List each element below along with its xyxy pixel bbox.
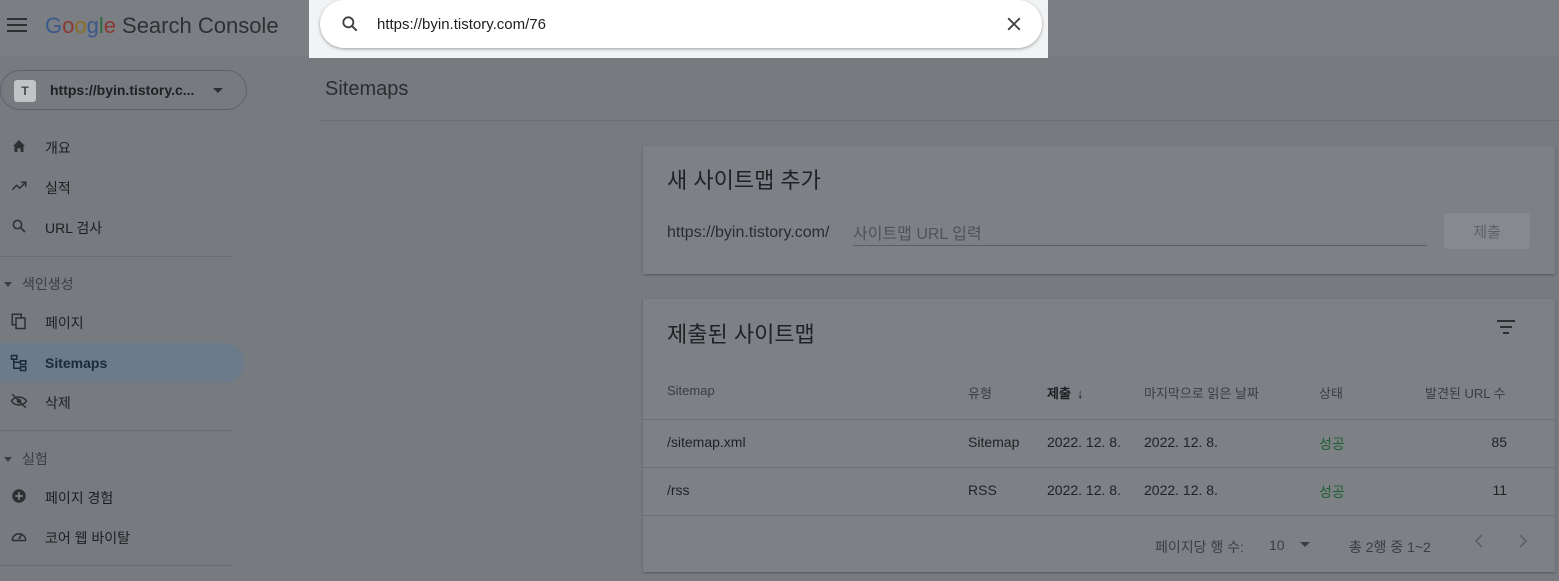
page-title: Sitemaps: [325, 78, 409, 100]
logo-letter: o: [74, 13, 87, 38]
cell-type: RSS: [968, 482, 997, 498]
search-icon[interactable]: [340, 14, 360, 34]
close-icon[interactable]: [1004, 14, 1024, 34]
logo-letter: o: [62, 13, 75, 38]
logo-letter: g: [86, 13, 99, 38]
divider: [643, 515, 1555, 516]
cell-last-read: 2022. 12. 8.: [1144, 482, 1218, 498]
search-input[interactable]: [377, 12, 977, 36]
status-badge: 성공: [1319, 436, 1345, 452]
property-selector[interactable]: T https://byin.tistory.c...: [0, 70, 247, 110]
logo-letter: G: [45, 13, 63, 38]
url-inspect-search: [320, 0, 1042, 48]
section-label-indexing[interactable]: 색인생성: [22, 274, 74, 294]
filter-icon[interactable]: [1496, 319, 1516, 335]
cell-url-count: 11: [1492, 482, 1507, 498]
add-sitemap-card: 새 사이트맵 추가 https://byin.tistory.com/ 제출: [643, 146, 1555, 274]
cell-url-count: 85: [1491, 434, 1507, 450]
add-circle-icon: [12, 489, 26, 503]
column-header-last-read[interactable]: 마지막으로 읽은 날짜: [1144, 383, 1259, 402]
sidebar-item-page-experience[interactable]: 페이지 경험: [0, 476, 245, 516]
product-name: Search Console: [122, 13, 279, 38]
section-label-experiments[interactable]: 실험: [22, 449, 48, 469]
logo-letter: e: [103, 13, 117, 38]
column-header-discovered-urls[interactable]: 발견된 URL 수: [1425, 383, 1506, 402]
sidebar-item-label: 페이지: [45, 315, 84, 331]
visibility-off-icon: [10, 393, 28, 409]
column-header-label: 제출: [1047, 386, 1071, 401]
sidebar-item-label: 실적: [45, 180, 71, 196]
divider: [0, 256, 232, 257]
card-title: 제출된 사이트맵: [667, 322, 815, 347]
submitted-sitemaps-card: 제출된 사이트맵 Sitemap 유형 제출 ↓ 마지막으로 읽은 날짜 상태 발…: [643, 299, 1555, 572]
home-icon: [13, 140, 25, 152]
divider: [0, 565, 232, 566]
column-header-submitted[interactable]: 제출 ↓: [1047, 383, 1083, 402]
property-label: https://byin.tistory.c...: [50, 82, 195, 98]
cell-submitted: 2022. 12. 8.: [1047, 434, 1121, 450]
sidebar-item-label: Sitemaps: [45, 355, 108, 371]
base-url-prefix: https://byin.tistory.com/: [667, 224, 830, 241]
sidebar-item-performance[interactable]: 실적: [0, 166, 245, 206]
sidebar: T https://byin.tistory.c... 개요 실적 URL 검사…: [0, 56, 300, 581]
column-header-type[interactable]: 유형: [968, 383, 992, 402]
chevron-down-icon[interactable]: [4, 457, 12, 462]
trending-up-icon: [11, 181, 27, 191]
cell-sitemap: /sitemap.xml: [667, 434, 746, 450]
sidebar-item-sitemaps[interactable]: Sitemaps: [0, 343, 245, 383]
sidebar-item-pages[interactable]: 페이지: [0, 301, 245, 341]
search-icon: [12, 219, 26, 233]
pages-icon: [11, 313, 26, 330]
cell-submitted: 2022. 12. 8.: [1047, 482, 1121, 498]
sitemap-icon: [10, 354, 27, 372]
sidebar-item-overview[interactable]: 개요: [0, 126, 245, 166]
cell-type: Sitemap: [968, 434, 1020, 450]
property-icon: T: [14, 80, 36, 102]
pagination-range: 총 2행 중 1~2: [1349, 539, 1431, 555]
product-logo[interactable]: Google Search Console: [45, 13, 279, 39]
sidebar-item-url-inspection[interactable]: URL 검사: [0, 206, 245, 246]
divider: [643, 419, 1555, 420]
cell-last-read: 2022. 12. 8.: [1144, 434, 1218, 450]
sidebar-item-label: URL 검사: [45, 220, 103, 236]
divider: [318, 120, 1559, 121]
arrow-down-icon: ↓: [1076, 386, 1084, 401]
submit-button[interactable]: 제출: [1444, 213, 1530, 249]
sidebar-item-removals[interactable]: 삭제: [0, 381, 245, 421]
chevron-down-icon: [213, 88, 223, 93]
menu-icon[interactable]: [7, 14, 27, 34]
chevron-down-icon[interactable]: [1300, 542, 1310, 547]
search-panel: [309, 0, 1048, 58]
divider: [0, 430, 232, 431]
status-badge: 성공: [1319, 484, 1345, 500]
sidebar-item-label: 코어 웹 바이탈: [45, 530, 131, 546]
cell-sitemap: /rss: [667, 482, 690, 498]
divider: [643, 467, 1555, 468]
rows-per-page-label: 페이지당 행 수:: [1155, 539, 1244, 555]
sidebar-item-label: 페이지 경험: [45, 490, 114, 506]
sidebar-item-label: 삭제: [45, 395, 71, 411]
chevron-left-icon[interactable]: [1473, 533, 1485, 549]
column-header-sitemap[interactable]: Sitemap: [667, 383, 715, 398]
rows-per-page-select[interactable]: 10: [1269, 537, 1285, 553]
card-title: 새 사이트맵 추가: [667, 168, 821, 193]
sitemap-url-input[interactable]: [853, 224, 1427, 246]
speed-icon: [11, 533, 27, 542]
sidebar-item-core-web-vitals[interactable]: 코어 웹 바이탈: [0, 516, 245, 556]
chevron-right-icon[interactable]: [1517, 533, 1529, 549]
column-header-status[interactable]: 상태: [1319, 383, 1343, 402]
sidebar-item-label: 개요: [45, 140, 71, 156]
chevron-down-icon[interactable]: [4, 282, 12, 287]
